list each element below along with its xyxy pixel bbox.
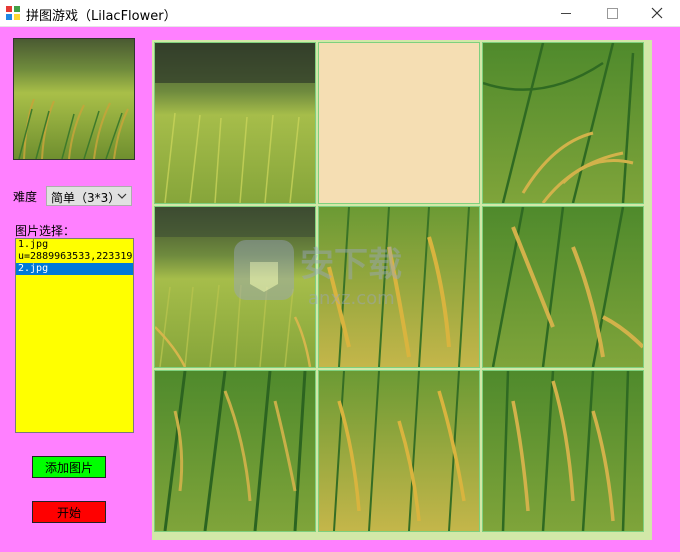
list-item-selected[interactable]: 2.jpg (16, 263, 133, 275)
puzzle-tile[interactable] (482, 370, 644, 532)
title-bar: 拼图游戏（LilacFlower） (0, 0, 680, 27)
puzzle-tile[interactable] (154, 370, 316, 532)
chevron-down-icon (117, 193, 127, 199)
start-button[interactable]: 开始 (32, 501, 106, 523)
close-icon (651, 7, 663, 19)
difficulty-value: 简单（3*3） (51, 191, 121, 205)
watermark-text: 安下载 (300, 245, 402, 285)
preview-image (13, 38, 135, 160)
minimize-icon (561, 12, 571, 14)
difficulty-label: 难度 (13, 190, 38, 204)
picture-select-label: 图片选择： (15, 224, 76, 238)
window-title: 拼图游戏（LilacFlower） (26, 9, 177, 24)
puzzle-tile[interactable] (318, 370, 480, 532)
maximize-icon (606, 7, 618, 19)
list-item[interactable]: u=2889963533,223319 (16, 251, 133, 263)
watermark-domain: anxz.com (308, 288, 395, 309)
puzzle-tile[interactable] (154, 42, 316, 204)
app-icon (6, 6, 20, 20)
minimize-button[interactable] (543, 0, 589, 26)
picture-list[interactable]: 1.jpg u=2889963533,223319 2.jpg (15, 238, 134, 433)
list-item[interactable]: 1.jpg (16, 239, 133, 251)
difficulty-select[interactable]: 简单（3*3） (46, 186, 132, 206)
maximize-button[interactable] (589, 0, 635, 26)
puzzle-tile[interactable] (482, 206, 644, 368)
add-picture-button[interactable]: 添加图片 (32, 456, 106, 478)
puzzle-tile[interactable] (482, 42, 644, 204)
watermark-logo: 安下载 anxz.com (234, 240, 402, 309)
close-button[interactable] (634, 0, 680, 26)
blank-tile[interactable] (318, 42, 480, 204)
